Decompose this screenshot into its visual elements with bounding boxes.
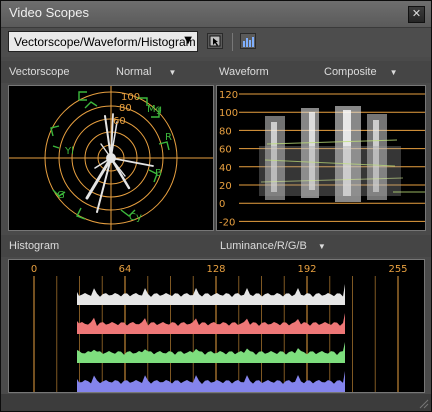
resize-grip-icon[interactable] <box>417 397 429 409</box>
histogram-scale-label: 192 <box>297 264 316 275</box>
histogram-channel-band <box>77 371 345 392</box>
video-scopes-window: Video Scopes ✕ Vectorscope/Waveform/Hist… <box>0 0 432 412</box>
vectorscope-label: Vectorscope <box>9 66 70 78</box>
ring-label-80: 80 <box>119 103 132 114</box>
vectorscope-trace <box>85 113 154 213</box>
histogram-channel-band <box>77 284 345 305</box>
histogram-channel-band <box>77 342 345 363</box>
waveform-scale-label: 60 <box>219 145 232 156</box>
histogram-button[interactable] <box>240 33 256 49</box>
histogram-scale-label: 128 <box>206 264 225 275</box>
waveform-display: 120 100 80 60 40 20 0 -20 <box>216 85 426 231</box>
waveform-scale-label: 80 <box>219 126 232 137</box>
vectorscope-mode-value: Normal <box>116 66 152 78</box>
waveform-scale-label: 20 <box>219 181 232 192</box>
target-label-cy: Cy <box>129 212 142 223</box>
waveform-mode-dropdown[interactable]: Composite ▼ <box>324 66 398 78</box>
waveform-scale-label: 0 <box>219 199 225 210</box>
target-label-yl: Yl <box>64 146 74 157</box>
status-bar <box>1 394 431 411</box>
ring-label-60: 60 <box>113 116 126 127</box>
histogram-scale-label: 0 <box>31 264 37 275</box>
toolbar-separator <box>232 33 233 51</box>
target-label-r: R <box>165 132 172 143</box>
histogram-mode-value: Luminance/R/G/B <box>220 240 307 252</box>
waveform-scale-label: -20 <box>219 217 235 228</box>
vectorscope-display: 100 80 60 Mg R Yl G Cy B <box>8 85 214 231</box>
title-bar[interactable]: Video Scopes ✕ <box>1 1 431 28</box>
monitor-cursor-button[interactable] <box>207 33 223 49</box>
histogram-label: Histogram <box>9 240 60 252</box>
chevron-down-icon: ▼ <box>317 242 326 251</box>
histogram-icon <box>243 37 254 47</box>
waveform-scale-label: 40 <box>219 163 232 174</box>
histogram-graph: 0 64 128 192 255 <box>31 264 408 392</box>
target-label-b: B <box>155 168 162 179</box>
histogram-scale-label: 255 <box>388 264 407 275</box>
waveform-scale-label: 120 <box>219 90 238 101</box>
histogram-scale-label: 64 <box>119 264 132 275</box>
ring-label-100: 100 <box>121 92 140 103</box>
waveform-trace <box>259 106 425 202</box>
window-title: Video Scopes <box>9 5 89 20</box>
waveform-label: Waveform <box>219 66 269 78</box>
target-label-mg: Mg <box>147 104 162 115</box>
scope-header-row: Vectorscope Normal ▼ Waveform Composite … <box>1 61 431 83</box>
toolbar: Vectorscope/Waveform/Histogram ▼ <box>1 28 431 57</box>
histogram-display: 0 64 128 192 255 <box>8 259 425 393</box>
histogram-channel-band <box>77 313 345 334</box>
chevron-down-icon: ▼ <box>184 35 192 46</box>
waveform-mode-value: Composite <box>324 66 377 78</box>
histogram-header-row: Histogram Luminance/R/G/B ▼ <box>1 235 431 257</box>
waveform-graph: 120 100 80 60 40 20 0 -20 <box>219 90 425 228</box>
monitor-cursor-icon <box>209 35 221 47</box>
histogram-mode-dropdown[interactable]: Luminance/R/G/B ▼ <box>220 240 326 252</box>
target-label-g: G <box>57 190 65 201</box>
chevron-down-icon: ▼ <box>168 68 177 77</box>
close-button[interactable]: ✕ <box>408 6 425 23</box>
vectorscope-mode-dropdown[interactable]: Normal ▼ <box>116 66 176 78</box>
waveform-scale-label: 100 <box>219 108 238 119</box>
vectorscope-graph: 100 80 60 Mg R Yl G Cy B <box>9 86 213 230</box>
chevron-down-icon: ▼ <box>389 68 398 77</box>
scope-mode-value: Vectorscope/Waveform/Histogram <box>14 35 196 49</box>
scope-mode-select[interactable]: Vectorscope/Waveform/Histogram ▼ <box>8 31 198 52</box>
